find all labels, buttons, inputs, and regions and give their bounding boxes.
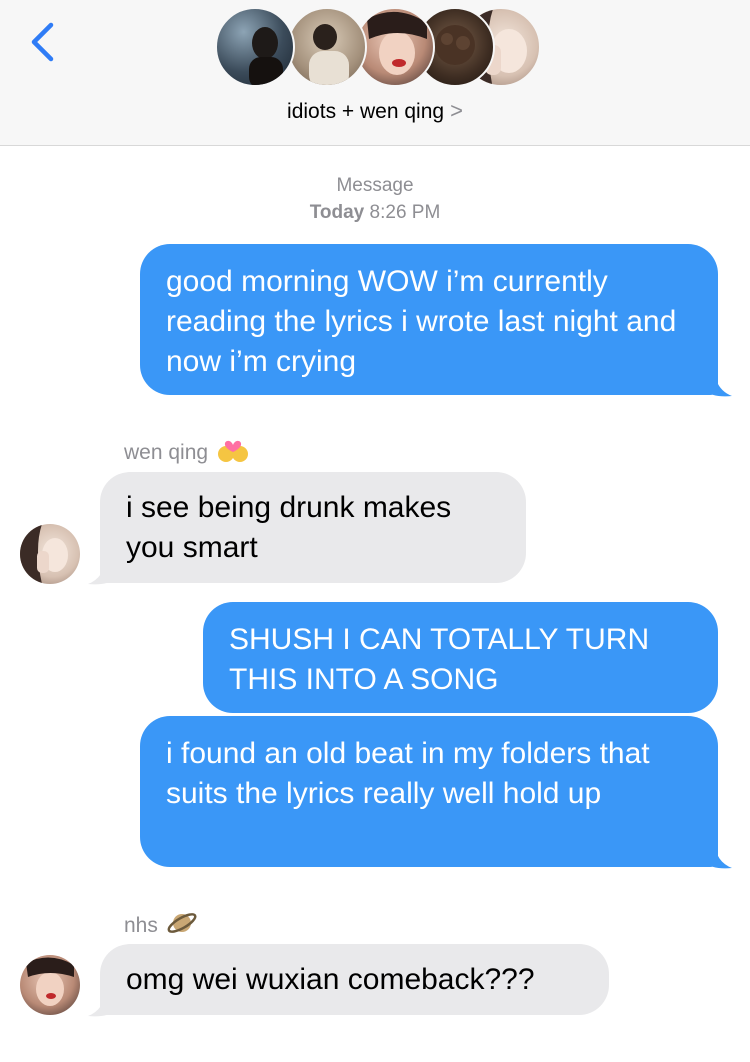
avatar xyxy=(287,7,367,87)
sender-label: wen qing xyxy=(124,441,209,464)
sender-label: nhs xyxy=(124,914,158,937)
message-text: i found an old beat in my folders that s… xyxy=(166,737,650,810)
timestamp-time: 8:26 PM xyxy=(369,202,441,223)
message-text: i see being drunk makes you smart xyxy=(126,491,452,564)
avatar xyxy=(355,7,435,87)
chevron-right-icon: > xyxy=(450,98,463,123)
outgoing-message[interactable]: good morning WOW i’m currently reading t… xyxy=(140,244,718,395)
outgoing-message[interactable]: i found an old beat in my folders that s… xyxy=(140,716,718,867)
timestamp-day: Today xyxy=(309,202,365,223)
incoming-message[interactable]: i see being drunk makes you smart xyxy=(100,472,526,583)
bubble-tail xyxy=(700,370,732,397)
avatar[interactable] xyxy=(20,955,80,1015)
bubble-tail xyxy=(88,558,120,585)
outgoing-message[interactable]: SHUSH I CAN TOTALLY TURN THIS INTO A SON… xyxy=(203,602,718,713)
avatar[interactable] xyxy=(20,524,80,584)
avatar xyxy=(215,7,295,87)
message-text: good morning WOW i’m currently reading t… xyxy=(166,265,677,378)
ringed-planet-icon xyxy=(166,908,198,944)
group-name-label: idiots + wen qing xyxy=(287,100,445,123)
couple-heart-icon xyxy=(216,436,250,470)
conversation-header: idiots + wen qing > xyxy=(0,0,750,146)
service-label: Message xyxy=(336,175,414,196)
back-button[interactable] xyxy=(22,20,62,64)
incoming-message[interactable]: omg wei wuxian comeback??? xyxy=(100,944,609,1015)
sender-name: nhs xyxy=(124,908,198,944)
bubble-tail xyxy=(700,842,732,869)
message-text: omg wei wuxian comeback??? xyxy=(126,963,535,996)
chevron-left-icon xyxy=(31,22,54,62)
group-name[interactable]: idiots + wen qing > xyxy=(0,98,750,124)
timestamp: Message Today 8:26 PM xyxy=(0,172,750,226)
message-text: SHUSH I CAN TOTALLY TURN THIS INTO A SON… xyxy=(229,623,650,696)
sender-name: wen qing xyxy=(124,436,250,470)
bubble-tail xyxy=(88,990,120,1017)
group-avatars[interactable] xyxy=(215,7,541,89)
